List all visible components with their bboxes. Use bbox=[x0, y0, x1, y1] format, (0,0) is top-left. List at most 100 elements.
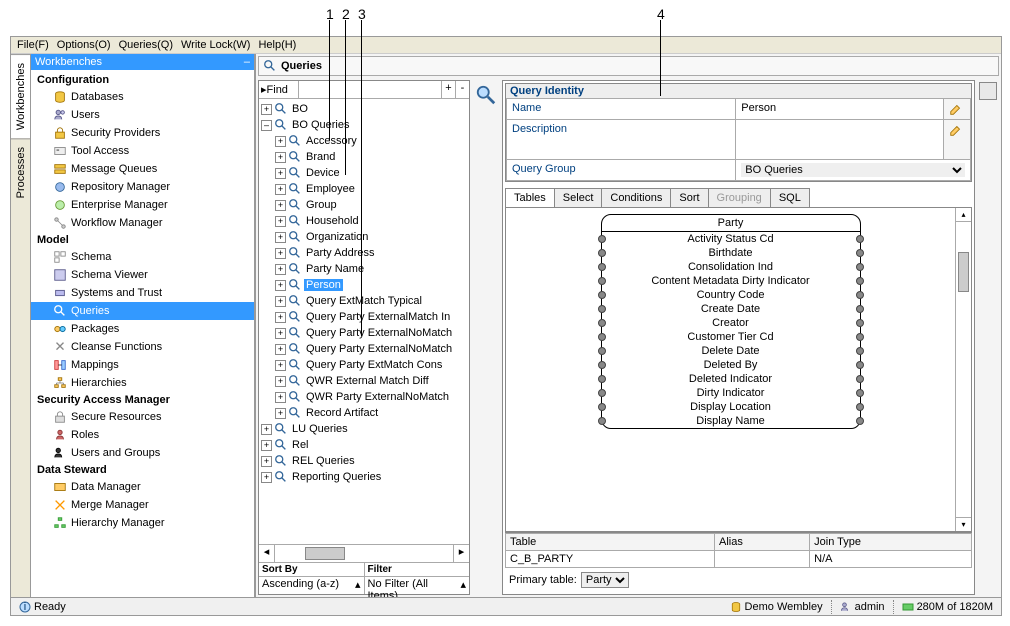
join-pin-right[interactable] bbox=[856, 375, 864, 383]
party-column[interactable]: Content Metadata Dirty Indicator bbox=[602, 274, 860, 288]
tree-row[interactable]: +Brand bbox=[261, 149, 467, 165]
menu-file[interactable]: File(F) bbox=[13, 38, 53, 52]
party-column[interactable]: Deleted By bbox=[602, 358, 860, 372]
query-group-select[interactable]: BO Queries bbox=[741, 163, 965, 177]
party-column[interactable]: Display Name bbox=[602, 414, 860, 428]
nav-data-manager[interactable]: Data Manager bbox=[31, 478, 254, 496]
tree-toggle[interactable]: + bbox=[275, 392, 286, 403]
edit-name-button[interactable] bbox=[943, 99, 970, 120]
vtab-processes[interactable]: Processes bbox=[11, 138, 30, 206]
tree-row[interactable]: +Reporting Queries bbox=[261, 469, 467, 485]
detail-collapse-button[interactable] bbox=[979, 82, 997, 100]
join-pin-right[interactable] bbox=[856, 361, 864, 369]
hscroll-track[interactable] bbox=[275, 545, 453, 562]
nav-schema-viewer[interactable]: Schema Viewer bbox=[31, 266, 254, 284]
col-join-type[interactable]: Join Type bbox=[810, 534, 972, 551]
join-pin-right[interactable] bbox=[856, 333, 864, 341]
col-table[interactable]: Table bbox=[506, 534, 715, 551]
scroll-right-icon[interactable]: ▸ bbox=[453, 545, 469, 562]
party-column[interactable]: Dirty Indicator bbox=[602, 386, 860, 400]
nav-hierarchies[interactable]: Hierarchies bbox=[31, 374, 254, 392]
tree-toggle[interactable]: + bbox=[275, 248, 286, 259]
scroll-up-icon[interactable]: ▴ bbox=[956, 208, 971, 222]
join-pin-left[interactable] bbox=[598, 319, 606, 327]
join-pin-right[interactable] bbox=[856, 235, 864, 243]
description-input[interactable] bbox=[741, 123, 937, 153]
tree-toggle[interactable]: – bbox=[261, 120, 272, 131]
tab-tables[interactable]: Tables bbox=[505, 188, 555, 207]
vscroll-track[interactable] bbox=[956, 222, 971, 517]
menu-options[interactable]: Options(O) bbox=[53, 38, 115, 52]
join-pin-right[interactable] bbox=[856, 417, 864, 425]
tree-row[interactable]: +Record Artifact bbox=[261, 405, 467, 421]
find-button[interactable]: ▸ Find bbox=[259, 81, 299, 98]
join-pin-right[interactable] bbox=[856, 291, 864, 299]
join-pin-left[interactable] bbox=[598, 263, 606, 271]
nav-workflow-manager[interactable]: Workflow Manager bbox=[31, 214, 254, 232]
join-pin-right[interactable] bbox=[856, 347, 864, 355]
sort-by-value[interactable]: Ascending (a-z)▴ bbox=[259, 577, 364, 592]
nav-secure-resources[interactable]: Secure Resources bbox=[31, 408, 254, 426]
scroll-left-icon[interactable]: ◂ bbox=[259, 545, 275, 562]
tree-row[interactable]: +Person bbox=[261, 277, 467, 293]
tree-toggle[interactable]: + bbox=[275, 408, 286, 419]
tree-toggle[interactable]: + bbox=[275, 264, 286, 275]
edit-description-button[interactable] bbox=[943, 120, 970, 160]
party-column[interactable]: Customer Tier Cd bbox=[602, 330, 860, 344]
vscroll-thumb[interactable] bbox=[958, 252, 969, 292]
tree-row[interactable]: +Organization bbox=[261, 229, 467, 245]
tree-hscrollbar[interactable]: ◂ ▸ bbox=[259, 544, 469, 562]
tree-toggle[interactable]: + bbox=[275, 216, 286, 227]
scroll-down-icon[interactable]: ▾ bbox=[956, 517, 971, 531]
join-pin-right[interactable] bbox=[856, 389, 864, 397]
nav-users[interactable]: Users bbox=[31, 106, 254, 124]
join-pin-right[interactable] bbox=[856, 403, 864, 411]
nav-roles[interactable]: Roles bbox=[31, 426, 254, 444]
tree-row[interactable]: +QWR External Match Diff bbox=[261, 373, 467, 389]
join-pin-left[interactable] bbox=[598, 403, 606, 411]
tree-toggle[interactable]: + bbox=[261, 424, 272, 435]
party-column[interactable]: Display Location bbox=[602, 400, 860, 414]
party-column[interactable]: Birthdate bbox=[602, 246, 860, 260]
tree-row[interactable]: +Party Address bbox=[261, 245, 467, 261]
join-pin-right[interactable] bbox=[856, 263, 864, 271]
party-column[interactable]: Create Date bbox=[602, 302, 860, 316]
tree-row[interactable]: +Query Party ExtMatch Cons bbox=[261, 357, 467, 373]
tree-row[interactable]: +BO bbox=[261, 101, 467, 117]
join-pin-right[interactable] bbox=[856, 319, 864, 327]
join-pin-left[interactable] bbox=[598, 305, 606, 313]
tree-toggle[interactable]: + bbox=[275, 152, 286, 163]
tree-row[interactable]: +Employee bbox=[261, 181, 467, 197]
join-pin-left[interactable] bbox=[598, 235, 606, 243]
party-column[interactable]: Country Code bbox=[602, 288, 860, 302]
nav-databases[interactable]: Databases bbox=[31, 88, 254, 106]
col-alias[interactable]: Alias bbox=[715, 534, 810, 551]
tree-row[interactable]: +Device bbox=[261, 165, 467, 181]
join-pin-left[interactable] bbox=[598, 249, 606, 257]
nav-users-groups[interactable]: Users and Groups bbox=[31, 444, 254, 462]
tree-row[interactable]: +Accessory bbox=[261, 133, 467, 149]
menu-queries[interactable]: Queries(Q) bbox=[115, 38, 177, 52]
primary-table-select[interactable]: Party bbox=[581, 572, 629, 588]
join-pin-left[interactable] bbox=[598, 291, 606, 299]
menu-writelock[interactable]: Write Lock(W) bbox=[177, 38, 254, 52]
tree-toggle[interactable]: + bbox=[275, 312, 286, 323]
tree-toggle[interactable]: + bbox=[275, 280, 286, 291]
join-pin-right[interactable] bbox=[856, 249, 864, 257]
tab-sql[interactable]: SQL bbox=[770, 188, 810, 207]
join-pin-left[interactable] bbox=[598, 375, 606, 383]
join-pin-left[interactable] bbox=[598, 361, 606, 369]
find-add[interactable]: + bbox=[441, 81, 455, 98]
table-row[interactable]: C_B_PARTY N/A bbox=[506, 551, 972, 568]
menu-help[interactable]: Help(H) bbox=[254, 38, 300, 52]
tab-sort[interactable]: Sort bbox=[670, 188, 708, 207]
tree-row[interactable]: +QWR Party ExternalNoMatch bbox=[261, 389, 467, 405]
tree-toggle[interactable]: + bbox=[275, 360, 286, 371]
tree-toggle[interactable]: + bbox=[275, 200, 286, 211]
tree-row[interactable]: +Query Party ExternalMatch In bbox=[261, 309, 467, 325]
nav-security-providers[interactable]: Security Providers bbox=[31, 124, 254, 142]
find-input[interactable] bbox=[299, 81, 441, 98]
tree-toggle[interactable]: + bbox=[261, 472, 272, 483]
tree-row[interactable]: +Query Party ExternalNoMatch bbox=[261, 325, 467, 341]
tree-toggle[interactable]: + bbox=[261, 104, 272, 115]
